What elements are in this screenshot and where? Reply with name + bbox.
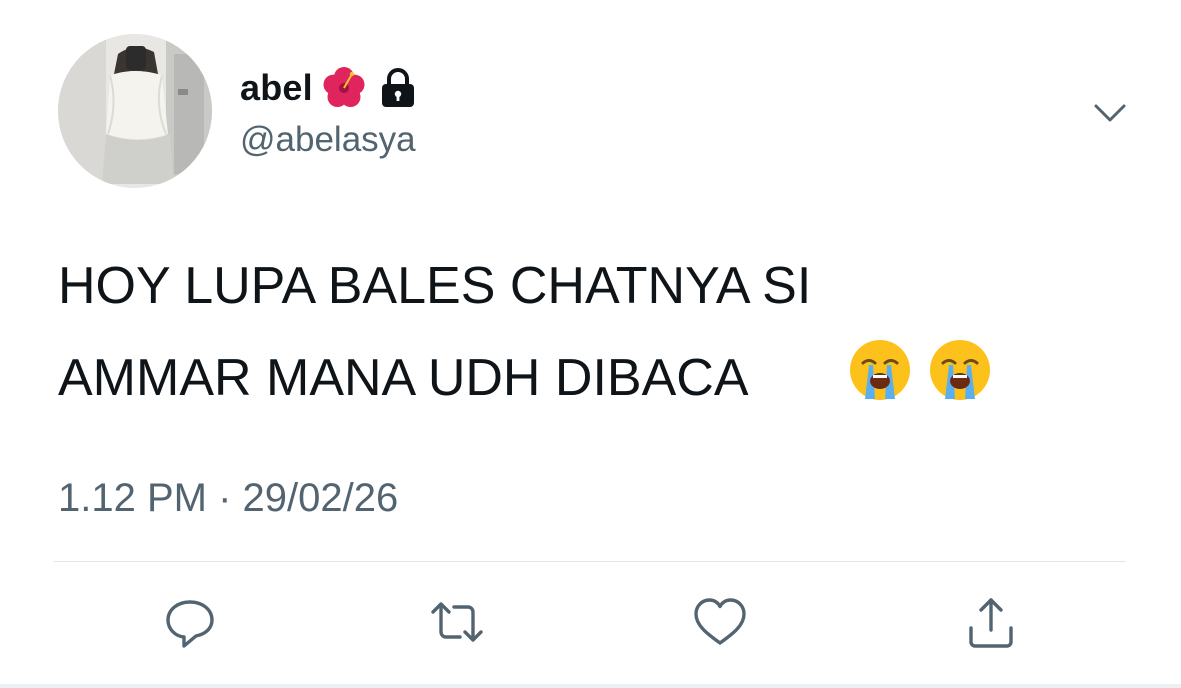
display-name[interactable]: abel xyxy=(240,67,313,109)
tweet-timestamp[interactable]: 1.12 PM · 29/02/26 xyxy=(58,476,398,521)
retweet-icon xyxy=(431,602,483,642)
bottom-border xyxy=(0,684,1181,688)
reply-button[interactable] xyxy=(160,592,220,652)
avatar-photo xyxy=(58,34,212,188)
reply-icon xyxy=(166,600,214,648)
author-handle[interactable]: @abelasya xyxy=(240,120,416,160)
tweet-text-line-2: AMMAR MANA UDH DIBACA xyxy=(58,349,749,407)
tweet-emojis xyxy=(847,337,993,403)
like-icon xyxy=(694,598,746,645)
loudly-crying-face-icon xyxy=(930,340,990,400)
loudly-crying-face-icon xyxy=(850,340,910,400)
retweet-button[interactable] xyxy=(427,592,487,652)
lock-icon xyxy=(375,65,421,111)
share-icon xyxy=(969,598,1013,648)
avatar[interactable] xyxy=(58,34,212,188)
like-button[interactable] xyxy=(690,592,750,652)
author-name-row: abel xyxy=(240,60,421,116)
hibiscus-icon xyxy=(321,65,367,111)
share-button[interactable] xyxy=(961,592,1021,652)
divider xyxy=(54,561,1126,562)
chevron-down-icon xyxy=(1094,104,1126,122)
more-options-button[interactable] xyxy=(1090,98,1130,128)
tweet-text-line-1: HOY LUPA BALES CHATNYA SI xyxy=(58,257,812,315)
tweet-action-bar xyxy=(0,592,1181,652)
tweet-card: abel @abelasya HOY LUPA BALES CHATNYA SI… xyxy=(0,0,1181,688)
